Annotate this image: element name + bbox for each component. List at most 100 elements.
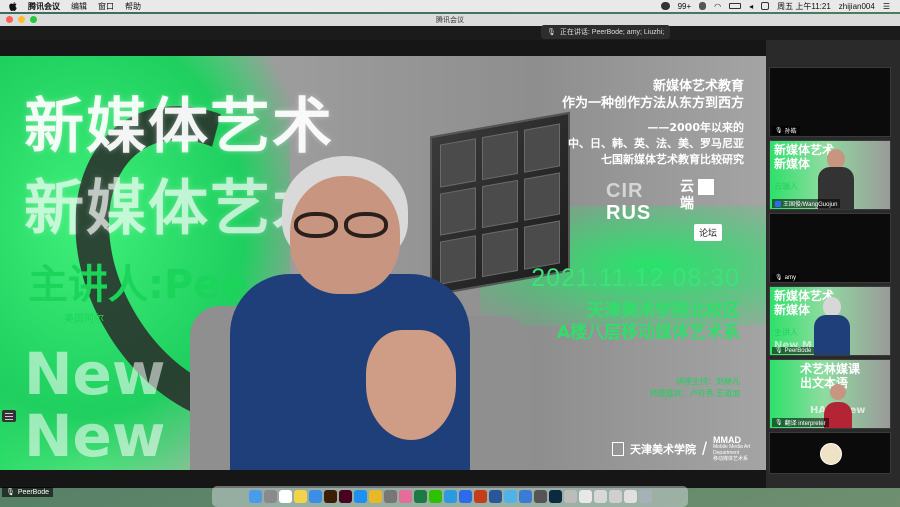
participant-name-tag: 王国俊/WangGuojun: [772, 199, 841, 208]
slide-big-title-1: 新媒体艺术: [24, 92, 334, 162]
cirrus-text-2: RUS: [606, 202, 652, 224]
document-icon[interactable]: [593, 490, 607, 503]
menu-edit[interactable]: 编辑: [71, 1, 87, 12]
meeting-window: 腾讯会议 ▮▮▮ 新媒体艺术 新媒体艺术化 主讲人:Pee 美国阿尔 New M…: [0, 14, 900, 497]
mmad-logo: MMAD Mobile Media Art Department 移动媒体艺术系: [713, 436, 750, 463]
battery-icon[interactable]: [729, 3, 742, 9]
forum-tag: 论坛: [694, 224, 723, 241]
app-store-icon[interactable]: [353, 490, 367, 503]
window-title: 腾讯会议: [436, 17, 464, 24]
participant-tile[interactable]: 术艺林媒课 出文本语 HAM Mew 🎙 翻译 interpreter: [769, 359, 891, 429]
participant-name: 孙皓: [784, 129, 797, 135]
illustrator-icon[interactable]: [323, 490, 337, 503]
excel-icon[interactable]: [413, 490, 427, 503]
launchpad-icon[interactable]: [263, 490, 277, 503]
school-seal-icon: [612, 442, 624, 456]
slide-topic-line: ——2000年以来的: [647, 121, 744, 134]
slide-venue-2: A楼八层移动媒体艺术系: [556, 323, 740, 343]
app-menu[interactable]: 腾讯会议: [28, 1, 60, 12]
shared-screen-stage: ▮▮▮ 新媒体艺术 新媒体艺术化 主讲人:Pee 美国阿尔 New M New …: [0, 40, 766, 497]
indesign-icon[interactable]: [338, 490, 352, 503]
slide-host-line: 特邀嘉宾：卢玲秀 王道加: [649, 389, 740, 398]
volume-icon[interactable]: ◂: [749, 2, 753, 11]
settings-icon[interactable]: [533, 490, 547, 503]
tile-slide-text: 主讲人: [774, 328, 798, 337]
speaking-text: 正在讲话: PeerBode; amy; Liuzhi;: [559, 29, 665, 36]
calendar-icon[interactable]: [278, 490, 292, 503]
mic-icon: 🎙: [775, 128, 783, 134]
avatar: [820, 443, 842, 465]
finder-icon[interactable]: [248, 490, 262, 503]
mic-icon: 🎙: [547, 29, 556, 36]
menubar-clock[interactable]: 周五 上午11:21: [777, 1, 831, 12]
slide-host-info: 讲座主持：刘林凡 特邀嘉宾：卢玲秀 王道加: [650, 376, 740, 400]
input-method-icon[interactable]: [761, 2, 770, 10]
wechat-badge: 99+: [677, 1, 692, 11]
safari-icon[interactable]: [308, 490, 322, 503]
tile-slide-text: 新媒体: [774, 303, 811, 317]
yun-text: 云: [680, 178, 694, 194]
document-icon[interactable]: [623, 490, 637, 503]
qq-icon[interactable]: [443, 490, 457, 503]
photoshop-icon[interactable]: [548, 490, 562, 503]
tile-slide-text: 术艺林媒课: [800, 362, 861, 376]
tile-slide-text: 云端人: [774, 182, 798, 191]
slide-speaker-sub: 美国阿尔: [64, 314, 104, 325]
participant-name-tag: 🎙 PeerBode: [772, 347, 815, 354]
participant-tile[interactable]: 🎙 amy: [769, 213, 891, 283]
window-titlebar: 腾讯会议: [0, 14, 900, 26]
macos-dock: [212, 486, 688, 507]
participant-name-tag: 🎙 翻译 interpreter: [772, 418, 829, 427]
zoom-window-button[interactable]: [30, 16, 37, 23]
cloud-icon[interactable]: [503, 490, 517, 503]
mic-icon: 🎙: [775, 348, 783, 354]
wechat-icon[interactable]: [428, 490, 442, 503]
participant-tile[interactable]: 新媒体艺术 新媒体 主讲人 New M 🎙 PeerBode: [769, 286, 891, 356]
traffic-lights: [6, 16, 37, 23]
wechat-icon[interactable]: [660, 2, 670, 10]
control-center-icon[interactable]: ☰: [883, 2, 890, 11]
participant-tile[interactable]: 新媒体艺术 新媒体 云端人 王国俊/WangGuojun: [769, 140, 891, 210]
powerpoint-icon[interactable]: [473, 490, 487, 503]
duan-text: 端: [680, 195, 694, 212]
menubar-user[interactable]: zhijian004: [839, 2, 875, 11]
preview-icon[interactable]: [563, 490, 577, 503]
participant-name: 王国俊/WangGuojun: [783, 202, 838, 208]
stage-speaker-name: PeerBode: [17, 488, 50, 496]
participant-name: 翻译 interpreter: [784, 421, 826, 427]
stage-speaker-tag: 🎙 PeerBode: [2, 487, 54, 497]
participant-name: PeerBode: [784, 347, 812, 354]
word-icon[interactable]: [488, 490, 502, 503]
participant-tile[interactable]: 🎙 孙皓: [769, 67, 891, 137]
slide-topic-line: 七国新媒体艺术教育比较研究: [601, 153, 744, 166]
trash-icon[interactable]: [638, 490, 652, 503]
school-logos: 天津美术学院 / MMAD Mobile Media Art Departmen…: [612, 436, 750, 462]
document-icon[interactable]: [578, 490, 592, 503]
shared-slide: 新媒体艺术 新媒体艺术化 主讲人:Pee 美国阿尔 New M New M 新媒…: [0, 56, 766, 470]
menu-help[interactable]: 帮助: [125, 1, 141, 12]
qq-icon[interactable]: [699, 2, 707, 10]
cirrus-logo: CIR RUS: [606, 180, 651, 224]
chrome-icon[interactable]: [368, 490, 382, 503]
yun-duan-logo: 云 端: [680, 178, 714, 211]
cirrus-text-1: CIR: [606, 180, 644, 202]
minimize-window-button[interactable]: [18, 16, 25, 23]
apple-icon[interactable]: [9, 1, 17, 11]
speaking-indicator: 🎙 正在讲话: PeerBode; amy; Liuzhi;: [541, 25, 671, 39]
mic-icon: 🎙: [775, 275, 783, 281]
baidu-netdisk-icon[interactable]: [518, 490, 532, 503]
slide-topic-line: 中、日、韩、英、法、美、罗马尼亚: [568, 137, 744, 150]
menu-window[interactable]: 窗口: [98, 1, 114, 12]
system-preferences-icon[interactable]: [383, 490, 397, 503]
document-icon[interactable]: [608, 490, 622, 503]
tencent-meeting-icon[interactable]: [458, 490, 472, 503]
sidebar-toggle-icon[interactable]: [2, 410, 16, 422]
close-window-button[interactable]: [6, 16, 13, 23]
photos-icon[interactable]: [398, 490, 412, 503]
school-name: 天津美术学院: [630, 443, 696, 456]
wifi-icon[interactable]: ◠: [714, 2, 721, 11]
participant-name: amy: [784, 274, 796, 281]
notes-icon[interactable]: [293, 490, 307, 503]
slide-date: 2021.11.12 08:30: [531, 264, 740, 292]
participant-tile[interactable]: [769, 432, 891, 474]
